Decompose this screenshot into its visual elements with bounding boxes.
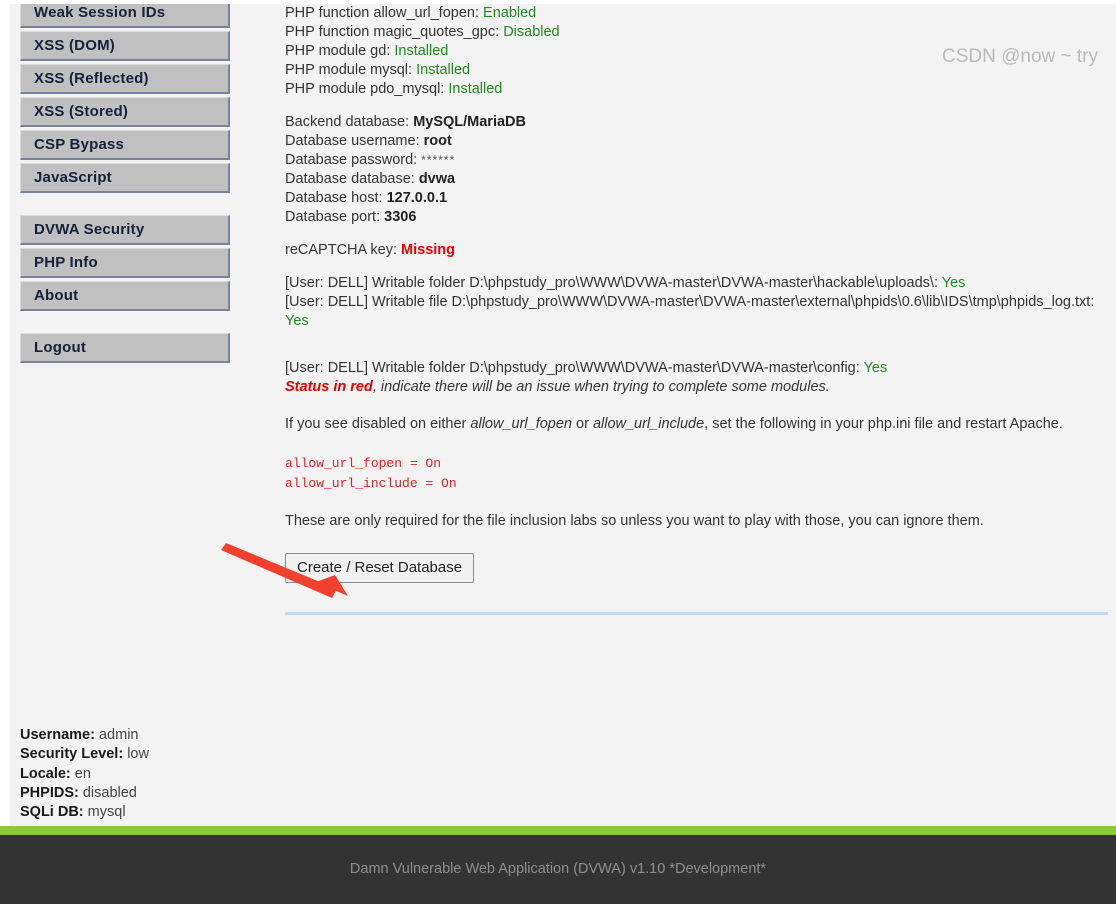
php-status-label: PHP module mysql: (285, 62, 413, 78)
writable-path-status: Yes (285, 313, 309, 329)
info-value-security-level: low (127, 746, 149, 763)
sidebar-item-xss-reflected[interactable]: XSS (Reflected) (20, 64, 230, 94)
database-info-label: Backend database: (285, 114, 410, 130)
writable-path-text: [User: DELL] Writable file D:\phpstudy_p… (285, 294, 1095, 310)
disabled-note-part3: , set the following in your php.ini file… (704, 416, 1063, 432)
page-footer: Damn Vulnerable Web Application (DVWA) v… (0, 835, 1116, 904)
database-info-row: Database password: ****** (285, 152, 455, 168)
php-status-value: Installed (394, 43, 449, 59)
sidebar-group-vulnerabilities: Weak Session IDs XSS (DOM) XSS (Reflecte… (10, 4, 240, 193)
recaptcha-status-badge: Missing (401, 242, 456, 258)
php-status-row: PHP function magic_quotes_gpc: Disabled (285, 24, 560, 40)
footer-title: Damn Vulnerable Web Application (DVWA) v… (349, 861, 767, 877)
info-row-phpids: PHPIDS: disabled (20, 784, 149, 803)
database-info-row: Backend database: MySQL/MariaDB (285, 114, 526, 130)
database-info-label: Database port: (285, 209, 381, 225)
info-value-sqli-db: mysql (87, 804, 126, 821)
php-status-label: PHP module gd: (285, 43, 391, 59)
sidebar-group-session: Logout (10, 333, 240, 363)
php-status-label: PHP function magic_quotes_gpc: (285, 24, 500, 40)
writable-config-status: Yes (863, 360, 888, 376)
database-info-value: 127.0.0.1 (386, 190, 448, 206)
database-info-label: Database host: (285, 190, 383, 206)
sidebar-item-about[interactable]: About (20, 281, 230, 311)
writable-path-text: [User: DELL] Writable folder D:\phpstudy… (285, 275, 938, 291)
horizontal-divider (285, 612, 1108, 615)
file-inclusion-note: These are only required for the file inc… (285, 513, 984, 529)
sidebar-item-csp-bypass[interactable]: CSP Bypass (20, 130, 230, 160)
database-info-label: Database database: (285, 171, 415, 187)
recaptcha-label: reCAPTCHA key: (285, 242, 397, 258)
database-info-value: dvwa (418, 171, 456, 187)
system-info-panel: Username: admin Security Level: low Loca… (20, 726, 149, 822)
ini-line-allow-url-include: allow_url_include = On (285, 476, 457, 491)
info-label-locale: Locale: (20, 765, 71, 782)
disabled-note-part1: If you see disabled on either (285, 416, 471, 432)
sidebar-item-xss-dom[interactable]: XSS (DOM) (20, 31, 230, 61)
database-info-value: root (423, 133, 452, 149)
writable-config-block: [User: DELL] Writable folder D:\phpstudy… (285, 359, 1110, 397)
php-status-value: Installed (416, 62, 471, 78)
info-value-phpids: disabled (82, 784, 137, 801)
database-info-block: Backend database: MySQL/MariaDB Database… (285, 113, 1110, 227)
php-status-row: PHP function allow_url_fopen: Enabled (285, 5, 536, 21)
php-status-value: Disabled (503, 24, 560, 40)
database-info-value: 3306 (384, 209, 417, 225)
database-info-label: Database username: (285, 133, 420, 149)
create-reset-database-button[interactable]: Create / Reset Database (285, 553, 475, 583)
database-info-row: Database host: 127.0.0.1 (285, 190, 447, 206)
info-label-phpids: PHPIDS: (20, 784, 79, 801)
dvwa-page: Weak Session IDs XSS (DOM) XSS (Reflecte… (10, 4, 1116, 826)
sidebar-item-php-info[interactable]: PHP Info (20, 248, 230, 278)
sidebar-item-logout[interactable]: Logout (20, 333, 230, 363)
status-in-red-label: Status in red (285, 379, 373, 395)
ini-line-allow-url-fopen: allow_url_fopen = On (285, 456, 442, 471)
sidebar-item-xss-stored[interactable]: XSS (Stored) (20, 97, 230, 127)
recaptcha-row: reCAPTCHA key: Missing (285, 241, 1110, 260)
accent-bar (0, 826, 1116, 835)
php-status-row: PHP module pdo_mysql: Installed (285, 81, 502, 97)
allow-url-fopen-label: allow_url_fopen (470, 416, 572, 432)
info-value-locale: en (74, 765, 91, 782)
database-info-label: Database password: (285, 152, 418, 168)
disabled-note: If you see disabled on either allow_url_… (285, 415, 1110, 434)
database-info-value: MySQL/MariaDB (413, 114, 526, 130)
ini-snippet: allow_url_fopen = On allow_url_include =… (285, 454, 1110, 494)
php-status-label: PHP function allow_url_fopen: (285, 5, 479, 21)
disabled-note-part2: or (571, 416, 593, 432)
php-status-value: Enabled (483, 5, 537, 21)
sidebar-item-javascript[interactable]: JavaScript (20, 163, 230, 193)
sidebar-navigation: Weak Session IDs XSS (DOM) XSS (Reflecte… (10, 4, 240, 385)
php-status-label: PHP module pdo_mysql: (285, 81, 445, 97)
info-row-locale: Locale: en (20, 765, 149, 784)
status-in-red-note: , indicate there will be an issue when t… (372, 379, 830, 395)
setup-content: PHP function allow_url_fopen: Enabled PH… (285, 4, 1110, 615)
php-status-row: PHP module mysql: Installed (285, 62, 470, 78)
info-row-username: Username: admin (20, 726, 149, 745)
sidebar-item-weak-session-ids[interactable]: Weak Session IDs (20, 4, 230, 28)
writable-paths-block: [User: DELL] Writable folder D:\phpstudy… (285, 274, 1110, 331)
database-password-value: ****** (421, 153, 456, 167)
sidebar-item-dvwa-security[interactable]: DVWA Security (20, 215, 230, 245)
database-info-row: Database username: root (285, 133, 452, 149)
info-value-username: admin (98, 727, 139, 743)
database-info-row: Database database: dvwa (285, 171, 455, 187)
writable-path-status: Yes (941, 275, 966, 291)
info-row-security-level: Security Level: low (20, 745, 149, 764)
allow-url-include-label: allow_url_include (592, 416, 705, 432)
watermark-label: CSDN @now ~ try (941, 46, 1098, 67)
info-label-security-level: Security Level: (20, 746, 124, 763)
php-status-value: Installed (448, 81, 503, 97)
database-info-row: Database port: 3306 (285, 209, 416, 225)
info-row-sqli-db: SQLi DB: mysql (20, 803, 149, 822)
sidebar-group-tools: DVWA Security PHP Info About (10, 215, 240, 311)
writable-config-text: [User: DELL] Writable folder D:\phpstudy… (285, 360, 860, 376)
php-status-row: PHP module gd: Installed (285, 43, 448, 59)
info-label-sqli-db: SQLi DB: (20, 804, 84, 821)
info-label-username: Username: (20, 727, 95, 743)
